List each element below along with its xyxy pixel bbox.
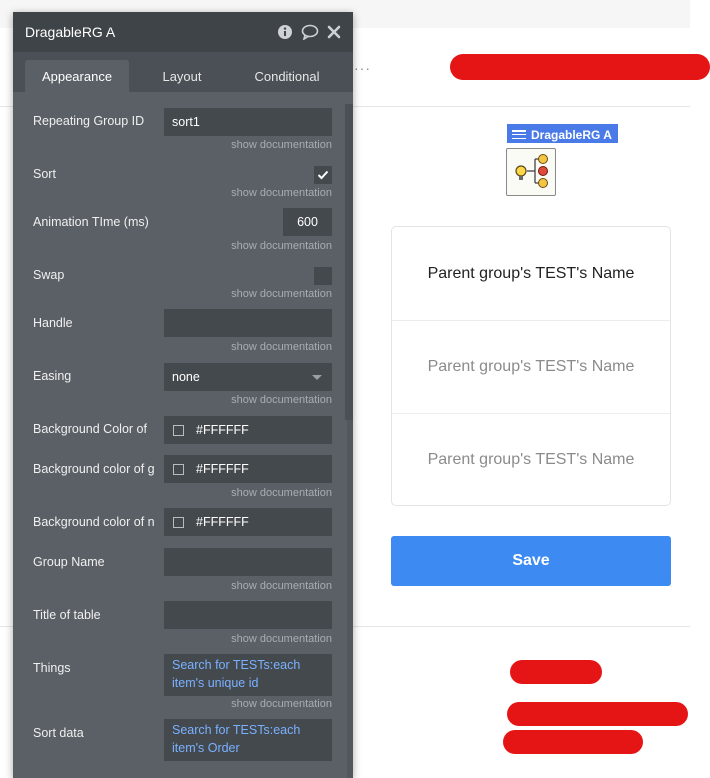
- tab-conditional[interactable]: Conditional: [235, 60, 339, 92]
- tab-appearance[interactable]: Appearance: [25, 60, 129, 92]
- element-tag-label: DragableRG A: [531, 127, 612, 142]
- prop-label: Animation TIme (ms): [33, 215, 149, 229]
- plugin-element-icon[interactable]: [506, 148, 556, 196]
- color-swatch[interactable]: [173, 516, 184, 528]
- scrollbar[interactable]: [345, 104, 353, 420]
- expression-line: item's Order: [172, 741, 240, 755]
- animation-time-input[interactable]: 600: [283, 208, 332, 236]
- easing-value: none: [172, 370, 200, 384]
- repeating-group-id-input[interactable]: sort1: [164, 108, 332, 136]
- sort-data-dynamic-expression[interactable]: Search for TESTs:each item's Order: [164, 719, 332, 761]
- show-documentation-link[interactable]: show documentation: [231, 341, 332, 353]
- rg-cell-text[interactable]: Parent group's TEST's Name: [392, 413, 670, 506]
- redaction-mark: [503, 730, 643, 754]
- prop-label: Background Color of: [33, 422, 147, 436]
- prop-label: Sort: [33, 167, 56, 181]
- expression-line: Search for TESTs:each: [172, 723, 301, 737]
- tab-layout[interactable]: Layout: [129, 60, 235, 92]
- prop-label: Title of table: [33, 608, 101, 622]
- expression-line: item's unique id: [172, 676, 259, 690]
- checkmark-icon: [317, 170, 329, 180]
- redaction-mark: [450, 54, 710, 80]
- rg-cell-text[interactable]: Parent group's TEST's Name: [392, 227, 670, 320]
- things-dynamic-expression[interactable]: Search for TESTs:each item's unique id: [164, 654, 332, 696]
- color-value: #FFFFFF: [196, 515, 249, 529]
- show-documentation-link[interactable]: show documentation: [231, 633, 332, 645]
- repeating-group[interactable]: Parent group's TEST's Name Parent group'…: [391, 226, 671, 506]
- more-options-icon[interactable]: ···: [354, 60, 371, 76]
- redaction-mark: [507, 702, 688, 726]
- background-color-picker[interactable]: #FFFFFF: [164, 416, 332, 444]
- redaction-mark: [510, 660, 602, 684]
- color-value: #FFFFFF: [196, 462, 249, 476]
- prop-label: Group Name: [33, 555, 105, 569]
- swap-checkbox[interactable]: [314, 267, 332, 285]
- show-documentation-link[interactable]: show documentation: [231, 139, 332, 151]
- background-color-picker[interactable]: #FFFFFF: [164, 455, 332, 483]
- prop-label: Swap: [33, 268, 65, 282]
- prop-label: Background color of n: [33, 515, 155, 529]
- color-value: #FFFFFF: [196, 423, 249, 437]
- save-button[interactable]: Save: [391, 536, 671, 586]
- close-icon[interactable]: [327, 25, 341, 39]
- info-icon[interactable]: [277, 24, 293, 40]
- comment-icon[interactable]: [301, 24, 319, 40]
- prop-label: Things: [33, 661, 71, 675]
- chevron-down-icon: [312, 374, 322, 380]
- prop-label: Repeating Group ID: [33, 114, 145, 128]
- panel-header[interactable]: DragableRG A: [13, 12, 353, 52]
- handle-input[interactable]: [164, 309, 332, 337]
- rg-cell-text[interactable]: Parent group's TEST's Name: [392, 320, 670, 413]
- menu-icon: [512, 130, 526, 139]
- easing-dropdown[interactable]: none: [164, 363, 332, 391]
- show-documentation-link[interactable]: show documentation: [231, 240, 332, 252]
- background-color-picker[interactable]: #FFFFFF: [164, 508, 332, 536]
- prop-label: Sort data: [33, 726, 84, 740]
- panel-title: DragableRG A: [25, 24, 116, 40]
- element-name-tag[interactable]: DragableRG A: [507, 124, 618, 143]
- sort-checkbox[interactable]: [314, 166, 332, 184]
- show-documentation-link[interactable]: show documentation: [231, 487, 332, 499]
- color-swatch[interactable]: [173, 463, 184, 475]
- prop-label: Easing: [33, 369, 72, 383]
- show-documentation-link[interactable]: show documentation: [231, 288, 332, 300]
- property-editor-panel: DragableRG A Appearance Layout Condition…: [13, 12, 353, 778]
- show-documentation-link[interactable]: show documentation: [231, 580, 332, 592]
- show-documentation-link[interactable]: show documentation: [231, 394, 332, 406]
- show-documentation-link[interactable]: show documentation: [231, 187, 332, 199]
- prop-label: Handle: [33, 316, 73, 330]
- expression-line: Search for TESTs:each: [172, 658, 301, 672]
- panel-tabs: Appearance Layout Conditional: [13, 52, 353, 92]
- color-swatch[interactable]: [173, 424, 184, 436]
- show-documentation-link[interactable]: show documentation: [231, 698, 332, 710]
- title-of-table-input[interactable]: [164, 601, 332, 629]
- group-name-input[interactable]: [164, 548, 332, 576]
- prop-label: Background color of g: [33, 462, 155, 476]
